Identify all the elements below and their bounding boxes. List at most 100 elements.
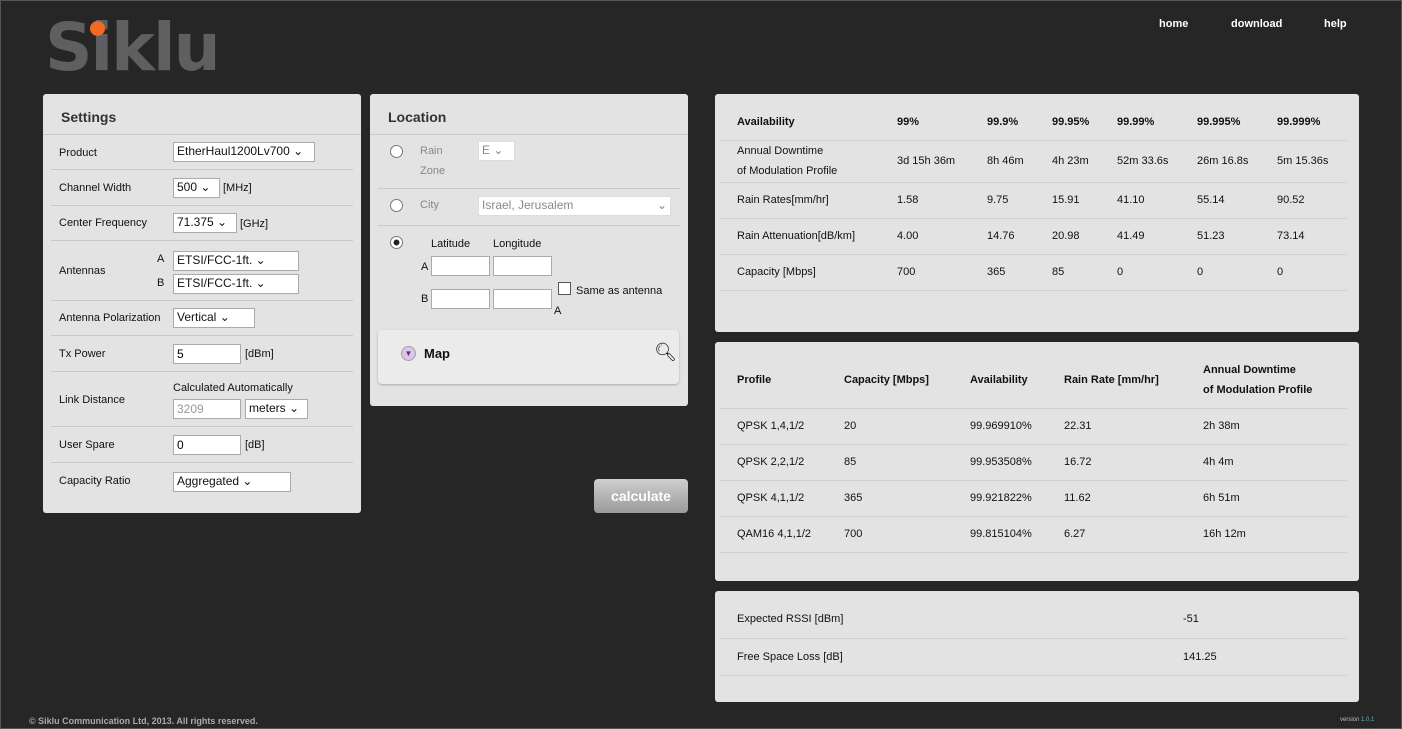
table-cell: 11.62	[1046, 480, 1185, 517]
capacity-ratio-select[interactable]: Aggregated ⌄	[173, 472, 291, 492]
nav-help[interactable]: help	[1324, 18, 1347, 30]
table-row: Expected RSSI [dBm] -51	[719, 601, 1347, 639]
same-as-antenna-checkbox[interactable]	[558, 282, 571, 295]
capacity-ratio-label: Capacity Ratio	[59, 475, 131, 487]
table-cell: -51	[1165, 601, 1347, 639]
table-cell: 4h 23m	[1034, 140, 1099, 183]
channel-width-select[interactable]: 500 ⌄	[173, 178, 220, 198]
table-cell: 26m 16.8s	[1179, 140, 1259, 183]
user-spare-input[interactable]	[173, 435, 241, 455]
city-radio[interactable]	[390, 199, 403, 212]
antenna-a-select[interactable]: ETSI/FCC-1ft. ⌄	[173, 251, 299, 271]
distance-unit-select[interactable]: meters ⌄	[245, 399, 308, 419]
table-row: Rain Rates[mm/hr] 1.58 9.75 15.91 41.10 55.14…	[719, 182, 1347, 219]
nav-download[interactable]: download	[1231, 18, 1282, 30]
table-cell: Availability	[952, 352, 1046, 409]
table-cell: QPSK 1,4,1/2	[719, 408, 826, 445]
table-cell: 99.815104%	[952, 516, 1046, 553]
antenna-b-label: B	[157, 277, 165, 289]
table-row: QPSK 2,2,1/2 85 99.953508% 16.72 4h 4m	[719, 444, 1347, 481]
polarization-label: Antenna Polarization	[59, 312, 161, 324]
table-cell: 0	[1259, 254, 1347, 291]
rain-zone-select[interactable]: E ⌄	[478, 141, 515, 161]
table-cell: Capacity [Mbps]	[826, 352, 952, 409]
table-cell: 73.14	[1259, 218, 1347, 255]
table-cell: 700	[826, 516, 952, 553]
center-frequency-label: Center Frequency	[59, 217, 148, 229]
table-cell: 9.75	[969, 182, 1034, 219]
longitude-a-input[interactable]	[493, 256, 552, 276]
table-row: QPSK 1,4,1/2 20 99.969910% 22.31 2h 38m	[719, 408, 1347, 445]
table-cell: 99.921822%	[952, 480, 1046, 517]
settings-panel: Settings Product EtherHaul1200Lv700 ⌄ Cha…	[43, 94, 361, 513]
polarization-select[interactable]: Vertical ⌄	[173, 308, 255, 328]
table-cell: Capacity [Mbps]	[719, 254, 879, 291]
product-select[interactable]: EtherHaul1200Lv700 ⌄	[173, 142, 315, 162]
table-cell: 99.99%	[1099, 104, 1179, 141]
table-cell: 85	[826, 444, 952, 481]
table-cell: 41.10	[1099, 182, 1179, 219]
tx-power-label: Tx Power	[59, 348, 106, 360]
latitude-a-input[interactable]	[431, 256, 490, 276]
antenna-b-select[interactable]: ETSI/FCC-1ft. ⌄	[173, 274, 299, 294]
table-cell: 14.76	[969, 218, 1034, 255]
dbm-unit: [dBm]	[245, 348, 274, 360]
profiles-panel: Profile Capacity [Mbps] Availability Rain R…	[715, 342, 1359, 581]
table-cell: 6h 51m	[1185, 480, 1347, 517]
latitude-b-input[interactable]	[431, 289, 490, 309]
table-row: Rain Attenuation[dB/km] 4.00 14.76 20.98 41.…	[719, 218, 1347, 255]
logo-dot	[90, 21, 105, 36]
table-cell: 8h 46m	[969, 140, 1034, 183]
same-as-antenna-label: Same as antenna	[576, 285, 663, 297]
table-row: Free Space Loss [dB] 141.25	[719, 638, 1347, 676]
city-select[interactable]: Israel, Jerusalem ⌄	[478, 196, 671, 216]
rain-label: Rain	[420, 145, 443, 157]
mhz-unit: [MHz]	[223, 182, 252, 194]
link-distance-input	[173, 399, 241, 419]
longitude-b-input[interactable]	[493, 289, 552, 309]
table-cell: 16.72	[1046, 444, 1185, 481]
table-cell: 2h 38m	[1185, 408, 1347, 445]
map-toggle[interactable]: ▼ Map 🔍︎	[378, 330, 679, 384]
table-cell: 99.999%	[1259, 104, 1347, 141]
table-cell: 99.95%	[1034, 104, 1099, 141]
nav-home[interactable]: home	[1159, 18, 1188, 30]
table-cell: Rain Rate [mm/hr]	[1046, 352, 1185, 409]
profiles-table: Profile Capacity [Mbps] Availability Rain R…	[719, 352, 1347, 553]
search-icon[interactable]: 🔍︎	[654, 342, 677, 363]
center-frequency-select[interactable]: 71.375 ⌄	[173, 213, 237, 233]
version: version 1.0.1	[1340, 717, 1375, 723]
table-cell: 1.58	[879, 182, 969, 219]
location-panel: Location Rain Zone E ⌄ City Israel, Jerusal…	[370, 94, 688, 406]
table-row: Annual Downtime of Modulation Profile 3d 1…	[719, 140, 1347, 183]
product-label: Product	[59, 147, 97, 159]
longitude-label: Longitude	[493, 238, 542, 250]
table-cell: Expected RSSI [dBm]	[719, 601, 1165, 639]
table-cell: QPSK 4,1,1/2	[719, 480, 826, 517]
tx-power-input[interactable]	[173, 344, 241, 364]
same-a-label: A	[554, 305, 562, 317]
user-spare-label: User Spare	[59, 439, 115, 451]
location-title: Location	[370, 94, 688, 135]
table-cell: 6.27	[1046, 516, 1185, 553]
expand-icon: ▼	[401, 346, 416, 361]
link-table: Expected RSSI [dBm] -51 Free Space Loss [d…	[719, 601, 1347, 676]
rain-zone-radio[interactable]	[390, 145, 403, 158]
coordinates-radio[interactable]	[390, 236, 403, 249]
table-cell: 141.25	[1165, 638, 1347, 676]
table-cell: QPSK 2,2,1/2	[719, 444, 826, 481]
table-cell: 99.995%	[1179, 104, 1259, 141]
calculate-button[interactable]: calculate	[594, 479, 688, 513]
table-header: Availability 99% 99.9% 99.95% 99.99% 99.995% 9…	[719, 104, 1347, 141]
table-cell: 20	[826, 408, 952, 445]
table-cell: Profile	[719, 352, 826, 409]
table-cell: 20.98	[1034, 218, 1099, 255]
table-cell: 99.9%	[969, 104, 1034, 141]
table-cell: 365	[826, 480, 952, 517]
antennas-label: Antennas	[59, 265, 106, 277]
table-cell: 3d 15h 36m	[879, 140, 969, 183]
table-cell: 99.953508%	[952, 444, 1046, 481]
table-cell: 51.23	[1179, 218, 1259, 255]
table-row: QPSK 4,1,1/2 365 99.921822% 11.62 6h 51m	[719, 480, 1347, 517]
table-cell: 52m 33.6s	[1099, 140, 1179, 183]
